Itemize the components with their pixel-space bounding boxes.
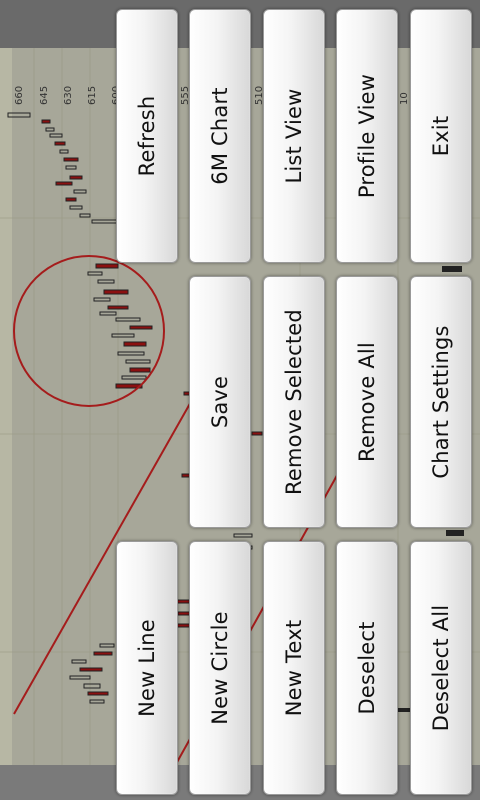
price-tick-label: 615 — [87, 86, 98, 105]
save-label: Save — [208, 375, 232, 429]
deselect-button[interactable]: Deselect — [336, 541, 398, 795]
remove-all-label: Remove All — [355, 342, 379, 462]
exit-label: Exit — [429, 115, 453, 157]
price-tick-label: 645 — [39, 86, 50, 105]
new-circle-label: New Circle — [208, 611, 232, 725]
remove-all-button[interactable]: Remove All — [336, 276, 398, 528]
refresh-button[interactable]: Refresh — [116, 9, 178, 263]
profile-view-button[interactable]: Profile View — [336, 9, 398, 263]
remove-selected-button[interactable]: Remove Selected — [263, 276, 325, 528]
price-tick-label: 10 — [399, 92, 410, 105]
chart-settings-button[interactable]: Chart Settings — [410, 276, 472, 528]
deselect-label: Deselect — [355, 621, 379, 715]
list-view-button[interactable]: List View — [263, 9, 325, 263]
new-text-label: New Text — [282, 619, 306, 717]
price-tick-label: 630 — [63, 86, 74, 105]
six-month-chart-label: 6M Chart — [208, 87, 232, 185]
list-view-label: List View — [282, 88, 306, 184]
chart-settings-label: Chart Settings — [429, 325, 453, 479]
new-text-button[interactable]: New Text — [263, 541, 325, 795]
exit-button[interactable]: Exit — [410, 9, 472, 263]
deselect-all-label: Deselect All — [429, 604, 453, 732]
new-circle-button[interactable]: New Circle — [189, 541, 251, 795]
save-button[interactable]: Save — [189, 276, 251, 528]
remove-selected-label: Remove Selected — [282, 309, 306, 495]
deselect-all-button[interactable]: Deselect All — [410, 541, 472, 795]
profile-view-label: Profile View — [355, 73, 379, 199]
new-line-button[interactable]: New Line — [116, 541, 178, 795]
price-tick-label: 660 — [14, 86, 25, 105]
six-month-chart-button[interactable]: 6M Chart — [189, 9, 251, 263]
refresh-label: Refresh — [135, 95, 159, 177]
new-line-label: New Line — [135, 619, 159, 717]
